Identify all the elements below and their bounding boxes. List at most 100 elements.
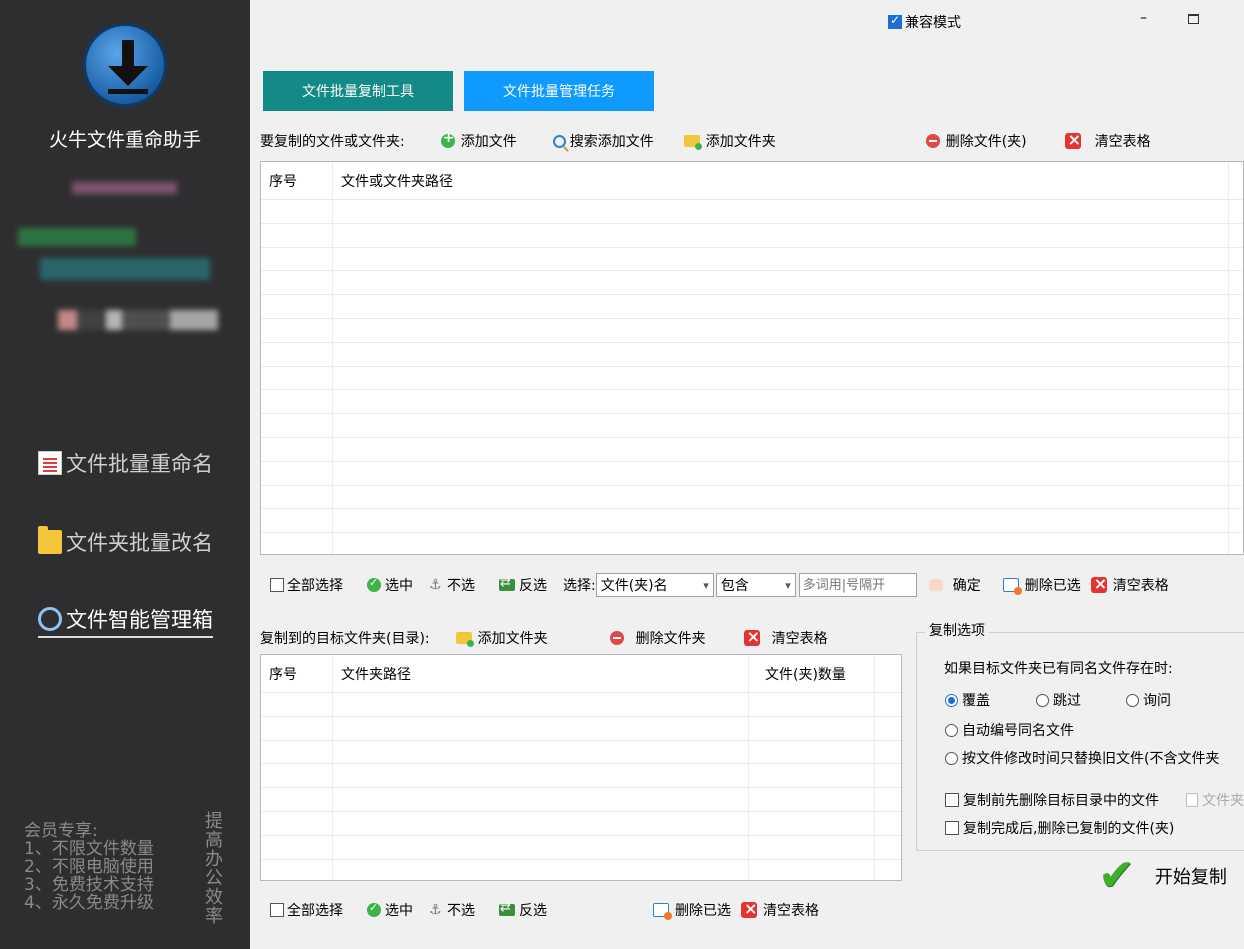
replace-by-time-radio[interactable]: 按文件修改时间只替换旧文件(不含文件夹 — [945, 748, 1244, 768]
tab-batch-copy[interactable]: 文件批量复制工具 — [263, 71, 453, 111]
field-select[interactable]: 文件(夹)名 ▾ — [595, 573, 714, 597]
invert-button[interactable]: 反选 — [499, 900, 547, 920]
table-row[interactable] — [261, 835, 901, 860]
invert-button[interactable]: 反选 — [499, 575, 547, 595]
table-row[interactable] — [261, 295, 1243, 319]
compat-mode-checkbox[interactable]: 兼容模式 — [888, 12, 961, 32]
delete-file-button[interactable]: 删除文件(夹) — [925, 131, 1027, 151]
folder-option-checkbox[interactable]: 文件夹 — [1186, 790, 1244, 810]
delete-folder-button[interactable]: 删除文件夹 — [609, 628, 706, 648]
clear-table-button[interactable]: 清空表格 — [1090, 574, 1169, 595]
table-row[interactable] — [261, 342, 1243, 367]
big-check-icon: ✔ — [1098, 850, 1135, 901]
table-row[interactable] — [261, 437, 1243, 462]
remove-icon — [609, 631, 624, 645]
table-row[interactable] — [261, 509, 1243, 534]
sidebar: 火牛文件重命助手 文件批量重命名 文件夹批量改名 文件智能管理箱 会员专享: 1… — [0, 0, 250, 949]
table-row[interactable] — [261, 247, 1243, 272]
redacted-avatar-row — [58, 310, 218, 330]
post-delete-checkbox[interactable]: 复制完成后,删除已复制的文件(夹) — [945, 818, 1174, 838]
skip-label: 跳过 — [1053, 693, 1081, 709]
table-row[interactable] — [261, 740, 901, 765]
add-target-folder-button[interactable]: 添加文件夹 — [455, 628, 548, 648]
chevron-down-icon: ▾ — [785, 578, 791, 592]
delete-selected-label: 删除已选 — [1024, 578, 1081, 594]
pre-delete-label: 复制前先删除目标目录中的文件 — [963, 793, 1159, 809]
table-row[interactable] — [261, 533, 1243, 554]
checkbox-icon — [945, 793, 959, 807]
checkbox-icon — [888, 13, 902, 29]
add-folder-icon — [683, 135, 702, 150]
select-button[interactable]: 选中 — [367, 900, 413, 920]
table-row[interactable] — [261, 366, 1243, 391]
table-row[interactable] — [261, 485, 1243, 510]
minimize-button[interactable]: – — [1140, 10, 1147, 26]
table-row[interactable] — [261, 223, 1243, 248]
clear-table-button[interactable]: 清空表格 — [741, 899, 819, 920]
clear-target-button[interactable]: 清空表格 — [743, 627, 828, 648]
add-folder-label: 添加文件夹 — [705, 134, 776, 150]
column-header: 文件或文件夹路径 — [333, 162, 1229, 199]
table-header: 序号 文件夹路径 文件(夹)数量 — [261, 655, 901, 693]
invert-label: 反选 — [519, 578, 547, 594]
table-row[interactable] — [261, 716, 901, 741]
table-row[interactable] — [261, 811, 901, 836]
table-row[interactable] — [261, 318, 1243, 343]
member-perk: 1、不限文件数量 — [24, 839, 154, 859]
start-copy-button[interactable]: ✔ 开始复制 — [1098, 850, 1227, 901]
table-row[interactable] — [261, 788, 901, 812]
select-all-checkbox[interactable]: 全部选择 — [270, 900, 343, 920]
replace-by-time-label: 按文件修改时间只替换旧文件(不含文件夹 — [962, 751, 1220, 767]
start-copy-label: 开始复制 — [1154, 867, 1227, 888]
auto-number-radio[interactable]: 自动编号同名文件 — [945, 720, 1074, 740]
table-row[interactable] — [261, 414, 1243, 438]
skip-radio[interactable]: 跳过 — [1036, 690, 1081, 710]
sidebar-item-folder-rename[interactable]: 文件夹批量改名 — [38, 526, 213, 557]
overwrite-radio[interactable]: 覆盖 — [945, 690, 990, 710]
table-row[interactable] — [261, 271, 1243, 296]
add-folder-button[interactable]: 添加文件夹 — [683, 131, 776, 151]
compat-mode-label: 兼容模式 — [905, 15, 961, 31]
maximize-button[interactable] — [1188, 14, 1199, 24]
add-file-button[interactable]: 添加文件 — [440, 130, 517, 151]
delete-selected-button[interactable]: 删除已选 — [1002, 575, 1081, 595]
clear-table-button[interactable]: 清空表格 — [1064, 130, 1151, 151]
add-file-label: 添加文件 — [460, 134, 517, 150]
search-add-button[interactable]: 搜索添加文件 — [552, 131, 654, 151]
column-header: 文件夹路径 — [333, 655, 749, 692]
folder-option-label: 文件夹 — [1202, 793, 1244, 809]
tab-batch-tasks[interactable]: 文件批量管理任务 — [464, 71, 654, 111]
delete-selected-icon — [653, 903, 672, 920]
keyword-input[interactable] — [798, 573, 917, 597]
table-row[interactable] — [261, 200, 1243, 224]
table-row[interactable] — [261, 390, 1243, 415]
column-header: 序号 — [261, 655, 333, 692]
match-select[interactable]: 包含 ▾ — [715, 573, 796, 597]
confirm-button[interactable]: 确定 — [928, 575, 981, 595]
target-table[interactable]: 序号 文件夹路径 文件(夹)数量 — [260, 654, 902, 881]
table-row[interactable] — [261, 461, 1243, 486]
checkbox-icon — [945, 821, 959, 835]
download-logo-icon — [83, 23, 167, 107]
copy-options-legend: 复制选项 — [925, 620, 989, 640]
folder-icon — [38, 526, 62, 554]
table-row[interactable] — [261, 693, 901, 717]
source-table[interactable]: 序号 文件或文件夹路径 — [260, 161, 1244, 555]
deselect-button[interactable]: ⚓ 不选 — [429, 900, 475, 920]
select-all-checkbox[interactable]: 全部选择 — [270, 575, 343, 595]
source-heading: 要复制的文件或文件夹: — [260, 134, 405, 150]
clear-table-label: 清空表格 — [771, 631, 828, 647]
sidebar-item-batch-rename[interactable]: 文件批量重命名 — [38, 448, 213, 478]
deselect-button[interactable]: ⚓ 不选 — [429, 575, 475, 595]
delete-selected-button[interactable]: 删除已选 — [653, 900, 731, 920]
select-button[interactable]: 选中 — [367, 575, 413, 595]
ask-radio[interactable]: 询问 — [1126, 690, 1171, 710]
table-row[interactable] — [261, 859, 901, 880]
sidebar-item-file-manager[interactable]: 文件智能管理箱 — [38, 604, 213, 638]
radio-icon — [1036, 693, 1049, 707]
deselect-label: 不选 — [447, 578, 475, 594]
redacted-info-line — [40, 258, 210, 280]
pre-delete-checkbox[interactable]: 复制前先删除目标目录中的文件 — [945, 790, 1159, 810]
table-row[interactable] — [261, 764, 901, 789]
radio-icon — [945, 693, 958, 707]
